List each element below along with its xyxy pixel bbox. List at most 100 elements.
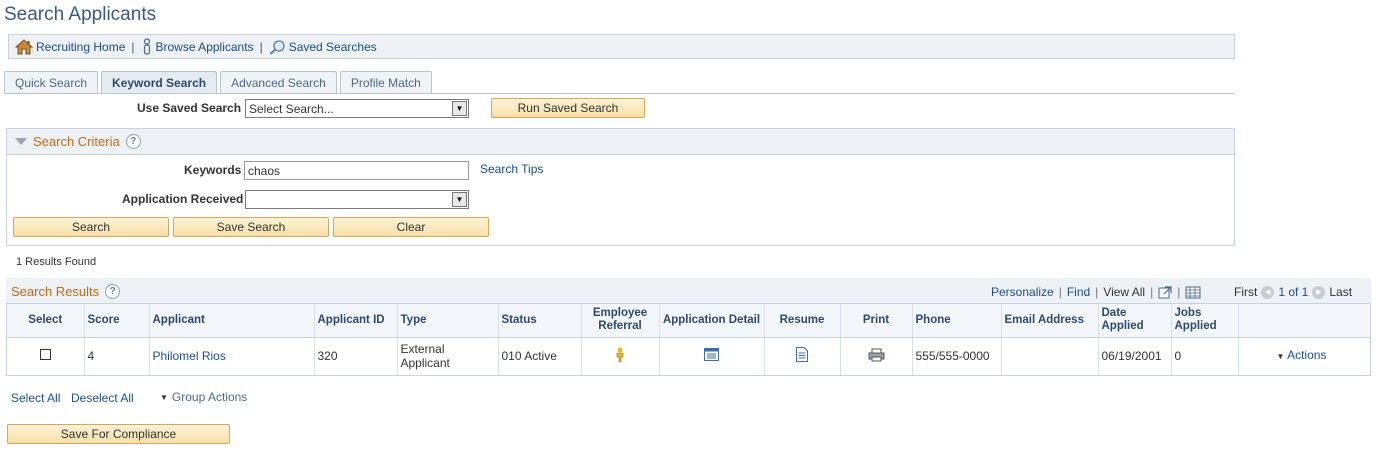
resume-document-icon[interactable] <box>796 347 808 363</box>
tab-quick-search[interactable]: Quick Search <box>4 71 99 93</box>
tab-keyword-search[interactable]: Keyword Search <box>101 71 218 93</box>
actions-cell: ▼ Actions <box>1238 337 1370 375</box>
applicant-name-link[interactable]: Philomel Rios <box>153 349 226 363</box>
applicant-id-cell: 320 <box>314 337 398 375</box>
keywords-input[interactable]: chaos <box>244 161 469 180</box>
last-label[interactable]: Last <box>1329 285 1352 299</box>
nav-label[interactable]: Recruiting Home <box>36 40 125 54</box>
nav-label[interactable]: Browse Applicants <box>156 40 254 54</box>
row-select-checkbox[interactable] <box>39 349 51 361</box>
new-window-icon[interactable] <box>1158 285 1172 299</box>
applicant-cell: Philomel Rios <box>149 337 315 375</box>
group-actions-label[interactable]: Group Actions <box>172 390 247 404</box>
deselect-all-link[interactable]: Deselect All <box>71 391 134 405</box>
dropdown-arrow-icon[interactable]: ▼ <box>452 101 467 116</box>
results-count: 1 Results Found <box>16 256 97 268</box>
application-received-label: Application Received <box>122 192 244 206</box>
run-saved-search-button[interactable]: Run Saved Search <box>491 98 645 118</box>
column-header[interactable]: Score <box>84 304 150 338</box>
saved-search-label: Use Saved Search <box>137 101 242 115</box>
column-header[interactable]: Status <box>498 304 582 338</box>
jobs-applied-cell: 0 <box>1171 337 1239 375</box>
table-row: 4 Philomel Rios 320 External Applicant 0… <box>7 337 1370 375</box>
column-header[interactable]: Jobs Applied <box>1171 304 1239 338</box>
select-all-link[interactable]: Select All <box>11 391 60 405</box>
email-cell <box>1001 337 1099 375</box>
caret-down-icon[interactable]: ▼ <box>160 393 168 402</box>
navbar: Recruiting Home | Browse Applicants | Sa… <box>8 34 1235 59</box>
score-cell: 4 <box>84 337 150 375</box>
group-actions-menu[interactable]: ▼ Group Actions <box>160 390 247 404</box>
search-results-title: Search Results <box>11 284 100 299</box>
search-criteria-title: Search Criteria <box>33 134 120 149</box>
home-icon <box>15 38 33 54</box>
help-icon[interactable]: ? <box>105 284 121 299</box>
page-range: 1 of 1 <box>1278 285 1309 299</box>
column-header[interactable]: Applicant ID <box>314 304 398 338</box>
nav-saved-searches[interactable]: Saved Searches <box>269 39 377 55</box>
search-tips-link[interactable]: Search Tips <box>480 162 543 176</box>
saved-search-select[interactable]: Select Search... ▼ <box>245 99 469 118</box>
tabs-divider <box>4 93 1234 94</box>
column-header[interactable]: Date Applied <box>1098 304 1172 338</box>
column-header: Select <box>7 304 85 338</box>
application-received-select[interactable]: ▼ <box>245 190 469 209</box>
tab-profile-match[interactable]: Profile Match <box>339 71 432 93</box>
actions-menu[interactable]: Actions <box>1287 348 1326 362</box>
tab-advanced-search[interactable]: Advanced Search <box>220 71 337 93</box>
column-header[interactable]: Type <box>397 304 499 338</box>
print-cell <box>840 337 913 375</box>
type-cell: External Applicant <box>397 337 499 375</box>
column-header[interactable]: Applicant <box>149 304 315 338</box>
nav-separator: | <box>131 39 135 54</box>
nav-recruiting-home[interactable]: Recruiting Home <box>15 38 125 55</box>
date-applied-cell: 06/19/2001 <box>1098 337 1172 375</box>
application-detail-icon[interactable] <box>704 348 719 362</box>
grid-toolbar: Personalize | Find | View All | | <box>991 285 1201 299</box>
search-results-title-group: Search Results ? <box>11 284 121 299</box>
search-criteria-header[interactable]: Search Criteria ? <box>6 128 1235 155</box>
personalize-link[interactable]: Personalize <box>991 285 1054 299</box>
previous-arrow-icon[interactable]: ◀ <box>1261 285 1275 299</box>
collapse-triangle-icon[interactable] <box>15 138 27 145</box>
page-title: Search Applicants <box>4 4 157 25</box>
column-header: Print <box>840 304 913 338</box>
saved-search-value: Select Search... <box>249 101 334 116</box>
resume-cell <box>764 337 841 375</box>
save-search-button[interactable]: Save Search <box>173 217 329 237</box>
column-header[interactable]: Phone <box>912 304 1002 338</box>
column-header: Resume <box>764 304 841 338</box>
download-grid-icon[interactable] <box>1185 286 1201 299</box>
status-cell: 010 Active <box>498 337 582 375</box>
view-all-link[interactable]: View All <box>1103 285 1145 299</box>
dropdown-arrow-icon[interactable]: ▼ <box>452 192 467 207</box>
search-tabs: Quick Search Keyword Search Advanced Sea… <box>4 71 432 93</box>
save-for-compliance-button[interactable]: Save For Compliance <box>7 424 230 444</box>
clear-button[interactable]: Clear <box>333 217 489 237</box>
person-icon <box>143 38 150 55</box>
help-icon[interactable]: ? <box>125 134 141 149</box>
find-link[interactable]: Find <box>1067 285 1090 299</box>
phone-cell: 555/555-0000 <box>912 337 1002 375</box>
table-header-row: Select Score Applicant Applicant ID Type… <box>7 304 1370 338</box>
column-header: Application Detail <box>659 304 765 338</box>
nav-separator: | <box>259 39 263 54</box>
referral-icon[interactable] <box>614 347 626 363</box>
keywords-label: Keywords <box>184 163 242 177</box>
select-cell <box>7 337 85 375</box>
printer-icon[interactable] <box>868 348 885 362</box>
results-table: Select Score Applicant Applicant ID Type… <box>7 304 1370 375</box>
column-header <box>1238 304 1370 338</box>
nav-label[interactable]: Saved Searches <box>289 40 377 54</box>
application-detail-cell <box>659 337 765 375</box>
search-button[interactable]: Search <box>13 217 169 237</box>
employee-referral-cell <box>581 337 660 375</box>
magnifier-icon <box>269 39 285 55</box>
next-arrow-icon[interactable]: ▶ <box>1312 285 1326 299</box>
grid-pagination: First ◀ 1 of 1 ▶ Last <box>1234 285 1352 299</box>
column-header[interactable]: Email Address <box>1001 304 1099 338</box>
nav-browse-applicants[interactable]: Browse Applicants <box>141 38 254 55</box>
first-label[interactable]: First <box>1234 285 1257 299</box>
caret-down-icon[interactable]: ▼ <box>1277 352 1285 361</box>
column-header: Employee Referral <box>581 304 660 338</box>
